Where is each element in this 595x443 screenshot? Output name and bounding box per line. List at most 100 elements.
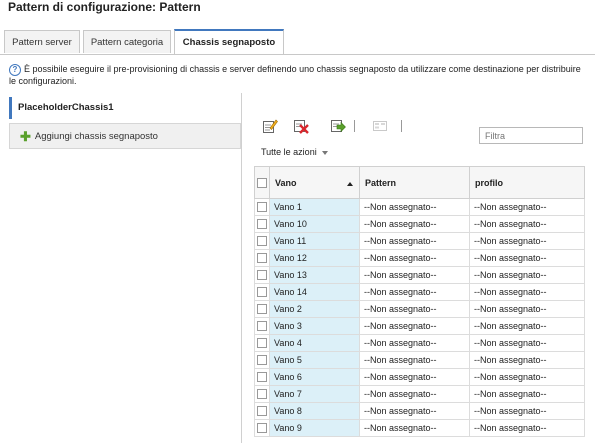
delete-icon[interactable] bbox=[293, 118, 309, 134]
cell-pattern: --Non assegnato-- bbox=[359, 368, 470, 386]
row-select-cell bbox=[254, 215, 270, 233]
cell-profilo: --Non assegnato-- bbox=[469, 215, 585, 233]
tab-pattern-categoria[interactable]: Pattern categoria bbox=[83, 30, 171, 53]
table-row[interactable]: Vano 8 --Non assegnato-- --Non assegnato-- bbox=[254, 402, 585, 420]
row-checkbox[interactable] bbox=[257, 321, 267, 332]
cell-pattern: --Non assegnato-- bbox=[359, 385, 470, 403]
cell-pattern: --Non assegnato-- bbox=[359, 283, 470, 301]
add-placeholder-chassis-button[interactable]: ✚ Aggiungi chassis segnaposto bbox=[9, 123, 241, 149]
cell-vano: Vano 3 bbox=[269, 317, 360, 335]
table-row[interactable]: Vano 7 --Non assegnato-- --Non assegnato-- bbox=[254, 385, 585, 403]
row-select-cell bbox=[254, 317, 270, 335]
cell-vano: Vano 8 bbox=[269, 402, 360, 420]
cell-profilo: --Non assegnato-- bbox=[469, 198, 585, 216]
cell-pattern: --Non assegnato-- bbox=[359, 249, 470, 267]
cell-vano: Vano 6 bbox=[269, 368, 360, 386]
row-select-cell bbox=[254, 198, 270, 216]
toolbar-separator bbox=[354, 120, 355, 132]
table-row[interactable]: Vano 14 --Non assegnato-- --Non assegnato-… bbox=[254, 283, 585, 301]
placeholder-list-panel: PlaceholderChassis1 ✚ Aggiungi chassis se… bbox=[0, 93, 242, 443]
cell-profilo: --Non assegnato-- bbox=[469, 283, 585, 301]
table-header-row: Vano Pattern profilo bbox=[254, 166, 585, 199]
cell-vano: Vano 1 bbox=[269, 198, 360, 216]
table-row[interactable]: Vano 3 --Non assegnato-- --Non assegnato-- bbox=[254, 317, 585, 335]
column-label: Pattern bbox=[365, 177, 397, 188]
row-checkbox[interactable] bbox=[257, 423, 267, 434]
cell-vano: Vano 14 bbox=[269, 283, 360, 301]
table-row[interactable]: Vano 2 --Non assegnato-- --Non assegnato-- bbox=[254, 300, 585, 318]
all-actions-label: Tutte le azioni bbox=[261, 147, 317, 157]
row-checkbox[interactable] bbox=[257, 372, 267, 383]
cell-profilo: --Non assegnato-- bbox=[469, 232, 585, 250]
column-label: Vano bbox=[275, 177, 297, 188]
row-checkbox[interactable] bbox=[257, 253, 267, 264]
page-title: Pattern di configurazione: Pattern bbox=[8, 0, 201, 14]
row-checkbox[interactable] bbox=[257, 338, 267, 349]
cell-profilo: --Non assegnato-- bbox=[469, 266, 585, 284]
row-select-cell bbox=[254, 249, 270, 267]
cell-pattern: --Non assegnato-- bbox=[359, 317, 470, 335]
table-row[interactable]: Vano 4 --Non assegnato-- --Non assegnato-- bbox=[254, 334, 585, 352]
table-row[interactable]: Vano 13 --Non assegnato-- --Non assegnato-… bbox=[254, 266, 585, 284]
column-header-profilo[interactable]: profilo bbox=[469, 166, 585, 199]
all-actions-dropdown[interactable]: Tutte le azioni bbox=[261, 147, 328, 157]
cell-vano: Vano 10 bbox=[269, 215, 360, 233]
tab-chassis-segnaposto[interactable]: Chassis segnaposto bbox=[174, 29, 284, 54]
select-all-cell bbox=[254, 166, 270, 199]
cell-profilo: --Non assegnato-- bbox=[469, 385, 585, 403]
row-checkbox[interactable] bbox=[257, 202, 267, 213]
row-select-cell bbox=[254, 385, 270, 403]
row-select-cell bbox=[254, 283, 270, 301]
cell-vano: Vano 13 bbox=[269, 266, 360, 284]
row-checkbox[interactable] bbox=[257, 270, 267, 281]
row-select-cell bbox=[254, 368, 270, 386]
column-label: profilo bbox=[475, 177, 503, 188]
row-select-cell bbox=[254, 266, 270, 284]
cell-pattern: --Non assegnato-- bbox=[359, 300, 470, 318]
cell-pattern: --Non assegnato-- bbox=[359, 419, 470, 437]
row-select-cell bbox=[254, 334, 270, 352]
info-message: ? È possibile eseguire il pre-provisionin… bbox=[9, 64, 589, 87]
cell-profilo: --Non assegnato-- bbox=[469, 419, 585, 437]
edit-icon[interactable] bbox=[262, 118, 278, 134]
cell-pattern: --Non assegnato-- bbox=[359, 215, 470, 233]
chevron-down-icon bbox=[321, 150, 328, 155]
plus-icon: ✚ bbox=[20, 129, 31, 144]
help-icon[interactable]: ? bbox=[9, 64, 21, 76]
row-checkbox[interactable] bbox=[257, 219, 267, 230]
cell-profilo: --Non assegnato-- bbox=[469, 368, 585, 386]
select-all-checkbox[interactable] bbox=[257, 177, 267, 188]
toolbar-separator bbox=[401, 120, 402, 132]
table-row[interactable]: Vano 9 --Non assegnato-- --Non assegnato-- bbox=[254, 419, 585, 437]
table-row[interactable]: Vano 12 --Non assegnato-- --Non assegnato-… bbox=[254, 249, 585, 267]
cell-vano: Vano 5 bbox=[269, 351, 360, 369]
cell-vano: Vano 2 bbox=[269, 300, 360, 318]
row-checkbox[interactable] bbox=[257, 389, 267, 400]
table-row[interactable]: Vano 11 --Non assegnato-- --Non assegnato-… bbox=[254, 232, 585, 250]
table-row[interactable]: Vano 10 --Non assegnato-- --Non assegnato-… bbox=[254, 215, 585, 233]
table-row[interactable]: Vano 1 --Non assegnato-- --Non assegnato-- bbox=[254, 198, 585, 216]
row-select-cell bbox=[254, 402, 270, 420]
placeholder-icon[interactable] bbox=[372, 118, 388, 134]
row-checkbox[interactable] bbox=[257, 406, 267, 417]
filter-input[interactable] bbox=[479, 127, 583, 144]
table-row[interactable]: Vano 5 --Non assegnato-- --Non assegnato-- bbox=[254, 351, 585, 369]
row-checkbox[interactable] bbox=[257, 304, 267, 315]
row-checkbox[interactable] bbox=[257, 287, 267, 298]
row-checkbox[interactable] bbox=[257, 236, 267, 247]
cell-pattern: --Non assegnato-- bbox=[359, 198, 470, 216]
add-placeholder-label: Aggiungi chassis segnaposto bbox=[34, 131, 158, 142]
tab-bar: Pattern server Pattern categoria Chassis… bbox=[0, 26, 595, 55]
column-header-vano[interactable]: Vano bbox=[269, 166, 360, 199]
list-item-placeholder-chassis[interactable]: PlaceholderChassis1 bbox=[9, 97, 241, 119]
row-select-cell bbox=[254, 300, 270, 318]
cell-vano: Vano 7 bbox=[269, 385, 360, 403]
column-header-pattern[interactable]: Pattern bbox=[359, 166, 470, 199]
row-checkbox[interactable] bbox=[257, 355, 267, 366]
tab-pattern-server[interactable]: Pattern server bbox=[4, 30, 80, 53]
cell-vano: Vano 4 bbox=[269, 334, 360, 352]
cell-vano: Vano 12 bbox=[269, 249, 360, 267]
deploy-icon[interactable] bbox=[330, 118, 346, 134]
table-row[interactable]: Vano 6 --Non assegnato-- --Non assegnato-- bbox=[254, 368, 585, 386]
cell-vano: Vano 11 bbox=[269, 232, 360, 250]
